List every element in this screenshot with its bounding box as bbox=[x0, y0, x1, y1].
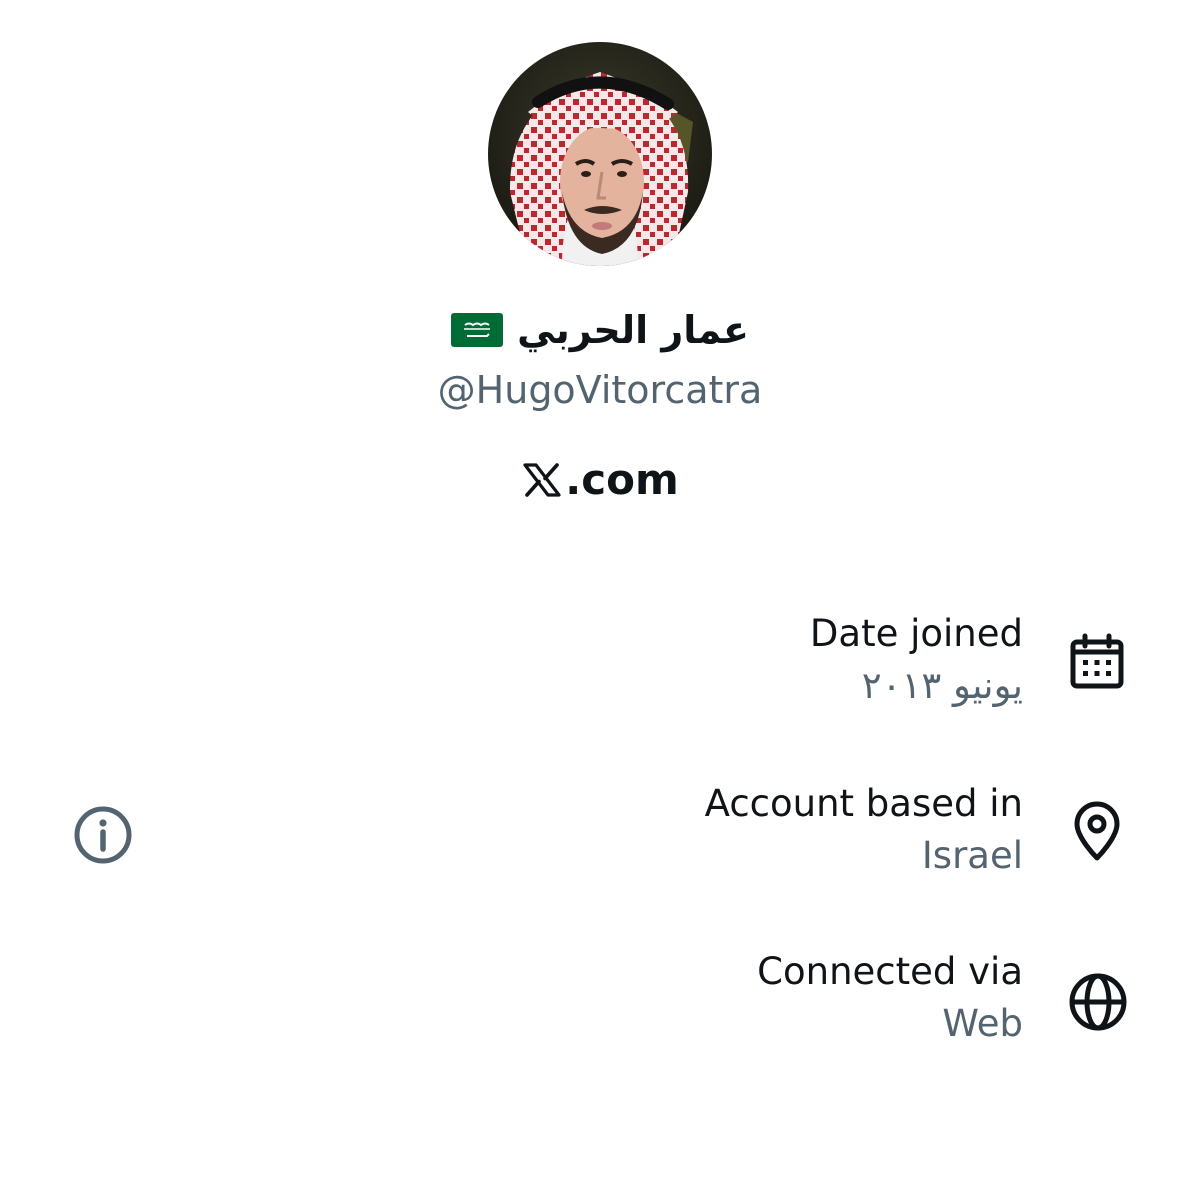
saudi-arabia-flag-icon bbox=[451, 313, 504, 347]
about-row-value: Web bbox=[942, 1002, 1023, 1045]
about-row-account-based-in: Account based in Israel bbox=[705, 778, 1023, 882]
brand-domain-text: .com bbox=[565, 455, 679, 504]
about-row-label: Date joined bbox=[809, 612, 1023, 655]
about-row-connected-via: Connected via Web bbox=[757, 946, 1023, 1050]
about-row-label: Account based in bbox=[704, 782, 1023, 825]
about-row-label: Connected via bbox=[757, 950, 1023, 993]
profile-display-name: عمار الحربي bbox=[517, 308, 749, 352]
location-pin-icon bbox=[1074, 801, 1120, 861]
profile-handle[interactable]: @HugoVitorcatra bbox=[0, 362, 1200, 418]
profile-name-row: عمار الحربي bbox=[0, 300, 1200, 360]
x-logo-icon bbox=[523, 463, 561, 497]
profile-avatar[interactable] bbox=[488, 42, 712, 266]
about-row-value: يونيو ٢٠١٣ bbox=[861, 664, 1023, 707]
calendar-icon bbox=[1070, 633, 1124, 689]
brand-row: .com bbox=[0, 450, 1200, 510]
about-row-value: Israel bbox=[921, 834, 1023, 877]
info-icon[interactable] bbox=[72, 804, 134, 866]
globe-icon bbox=[1069, 973, 1127, 1031]
about-row-date-joined: Date joined يونيو ٢٠١٣ bbox=[810, 608, 1023, 712]
